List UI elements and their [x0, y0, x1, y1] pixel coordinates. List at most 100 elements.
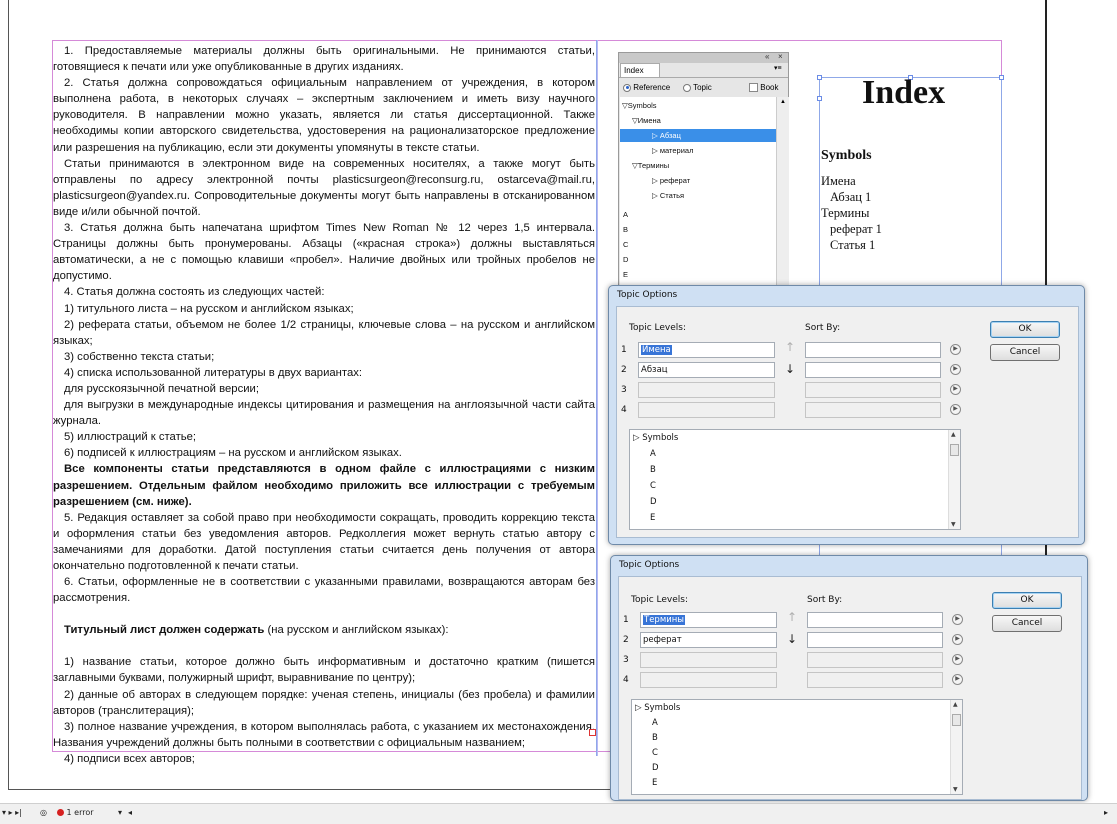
tree-item-e[interactable]: E [623, 268, 628, 281]
doc-paragraph: 2. Статья должна сопровождаться официаль… [53, 77, 595, 154]
doc-paragraph: 5) иллюстраций к статье; [64, 431, 197, 444]
tree-item-d[interactable]: D [623, 253, 628, 266]
book-checkbox[interactable]: Book [749, 83, 778, 93]
level-number: 3 [621, 385, 627, 395]
collapse-icon[interactable]: « [765, 52, 769, 61]
tree-item-a[interactable]: A [650, 446, 656, 462]
tree-item-symbols[interactable]: ▷ Symbols [635, 700, 680, 716]
ok-button[interactable]: OK [990, 321, 1060, 338]
tab-index[interactable]: Index [620, 63, 660, 77]
tree-item-symbols[interactable]: ▷ Symbols [633, 430, 678, 446]
doc-paragraph: 4) списка использованной литературы в дв… [64, 366, 363, 379]
tree-item-b[interactable]: B [650, 462, 656, 478]
sort-by-1-field[interactable] [807, 612, 943, 628]
arrow-right-icon[interactable]: ▶ [952, 674, 963, 685]
scroll-up-icon[interactable]: ▲ [780, 99, 786, 105]
cancel-button[interactable]: Cancel [990, 344, 1060, 361]
topic-tree[interactable]: ▷ Symbols A B C D E ▲ ▼ [629, 429, 961, 530]
document-text[interactable]: 1. Предоставляемые материалы должны быть… [53, 43, 595, 767]
preflight-menu-icon[interactable]: ▾ [118, 808, 122, 817]
index-tree[interactable]: ▽Symbols ▽Имена ▷ Абзац ▷ материал ▽Терм… [620, 97, 776, 292]
panel-menu-icon[interactable]: ▾≡ [774, 64, 782, 72]
tree-item-a[interactable]: A [652, 715, 658, 731]
move-down-icon[interactable]: ↓ [787, 632, 797, 646]
scroll-down-icon[interactable]: ▼ [951, 521, 956, 528]
preflight-status[interactable]: 1 error [57, 808, 94, 817]
sort-by-3-field[interactable] [807, 652, 943, 668]
topic-radio[interactable]: Topic [683, 83, 712, 92]
frame-handle[interactable] [817, 75, 822, 80]
tree-item-c[interactable]: C [650, 478, 656, 494]
topic-label: Topic [693, 83, 712, 92]
reference-radio[interactable]: Reference [623, 83, 670, 92]
scroll-down-icon[interactable]: ▼ [953, 786, 958, 793]
topic-level-2-field[interactable]: реферат [640, 632, 777, 648]
close-icon[interactable]: × [778, 52, 783, 61]
tree-item-referat[interactable]: ▷ реферат [652, 174, 690, 187]
topic-level-4-field[interactable] [638, 402, 775, 418]
tree-item-abzac[interactable]: ▷ Абзац [620, 129, 776, 142]
sort-by-1-field[interactable] [805, 342, 941, 358]
sort-by-3-field[interactable] [805, 382, 941, 398]
scroll-thumb[interactable] [952, 714, 961, 726]
arrow-right-icon[interactable]: ▶ [952, 654, 963, 665]
scroll-left-icon[interactable]: ◂ [128, 808, 132, 817]
sort-by-2-field[interactable] [805, 362, 941, 378]
tree-item-d[interactable]: D [650, 494, 657, 510]
tree-item-material[interactable]: ▷ материал [652, 144, 693, 157]
cancel-button[interactable]: Cancel [992, 615, 1062, 632]
page-nav-first-icon[interactable]: ▾ ▸ ▸| [2, 808, 22, 817]
tree-item-symbols[interactable]: ▽Symbols [622, 99, 657, 112]
arrow-right-icon[interactable]: ▶ [950, 344, 961, 355]
tree-item-b[interactable]: B [652, 730, 658, 746]
arrow-right-icon[interactable]: ▶ [950, 364, 961, 375]
tree-item-d[interactable]: D [652, 760, 659, 776]
topic-tree[interactable]: ▷ Symbols A B C D E ▲ ▼ [631, 699, 963, 795]
tree-item-c[interactable]: C [652, 745, 658, 761]
move-up-icon[interactable]: ↑ [787, 610, 797, 624]
move-up-icon[interactable]: ↑ [785, 340, 795, 354]
topic-level-3-field[interactable] [640, 652, 777, 668]
arrow-right-icon[interactable]: ▶ [950, 404, 961, 415]
frame-handle[interactable] [817, 96, 822, 101]
topic-level-4-field[interactable] [640, 672, 777, 688]
tree-item-names[interactable]: ▽Имена [632, 114, 661, 127]
tree-scrollbar[interactable]: ▲ ▼ [950, 700, 962, 794]
scroll-right-icon[interactable]: ▸ [1104, 808, 1108, 817]
arrow-right-icon[interactable]: ▶ [952, 614, 963, 625]
topic-level-1-field[interactable]: Имена [638, 342, 775, 358]
tree-item-e[interactable]: E [652, 775, 657, 791]
move-down-icon[interactable]: ↓ [785, 362, 795, 376]
overset-marker[interactable] [589, 729, 596, 736]
topic-level-2-field[interactable]: Абзац [638, 362, 775, 378]
level-number: 1 [623, 615, 629, 625]
arrow-right-icon[interactable]: ▶ [952, 634, 963, 645]
tree-item-c[interactable]: C [623, 238, 628, 251]
topic-level-3-field[interactable] [638, 382, 775, 398]
tree-item-a[interactable]: A [623, 208, 628, 221]
index-entry: Статья 1 [830, 238, 876, 252]
arrow-right-icon[interactable]: ▶ [950, 384, 961, 395]
tree-item-label: Абзац [659, 131, 681, 140]
index-section-heading: Symbols [821, 148, 872, 163]
reference-label: Reference [633, 83, 671, 92]
scroll-up-icon[interactable]: ▲ [953, 701, 958, 708]
frame-handle[interactable] [999, 75, 1004, 80]
sort-by-2-field[interactable] [807, 632, 943, 648]
tree-item-b[interactable]: B [623, 223, 628, 236]
tree-scrollbar[interactable]: ▲ ▼ [948, 430, 960, 529]
preflight-icon[interactable]: ◎ [40, 808, 47, 817]
doc-paragraph: 1) титульного листа – на русском и англи… [64, 302, 354, 315]
sort-by-4-field[interactable] [807, 672, 943, 688]
ok-button[interactable]: OK [992, 592, 1062, 609]
scroll-thumb[interactable] [950, 444, 959, 456]
panel-scrollbar[interactable]: ▲ [776, 97, 789, 292]
tree-item-e[interactable]: E [650, 510, 655, 526]
tree-item-terms[interactable]: ▽Термины [632, 159, 669, 172]
scroll-up-icon[interactable]: ▲ [951, 431, 956, 438]
tree-item-label: реферат [659, 176, 691, 185]
tree-item-statya[interactable]: ▷ Статья [652, 189, 684, 202]
topic-level-1-field[interactable]: Термины [640, 612, 777, 628]
sort-by-4-field[interactable] [805, 402, 941, 418]
level-number: 1 [621, 345, 627, 355]
